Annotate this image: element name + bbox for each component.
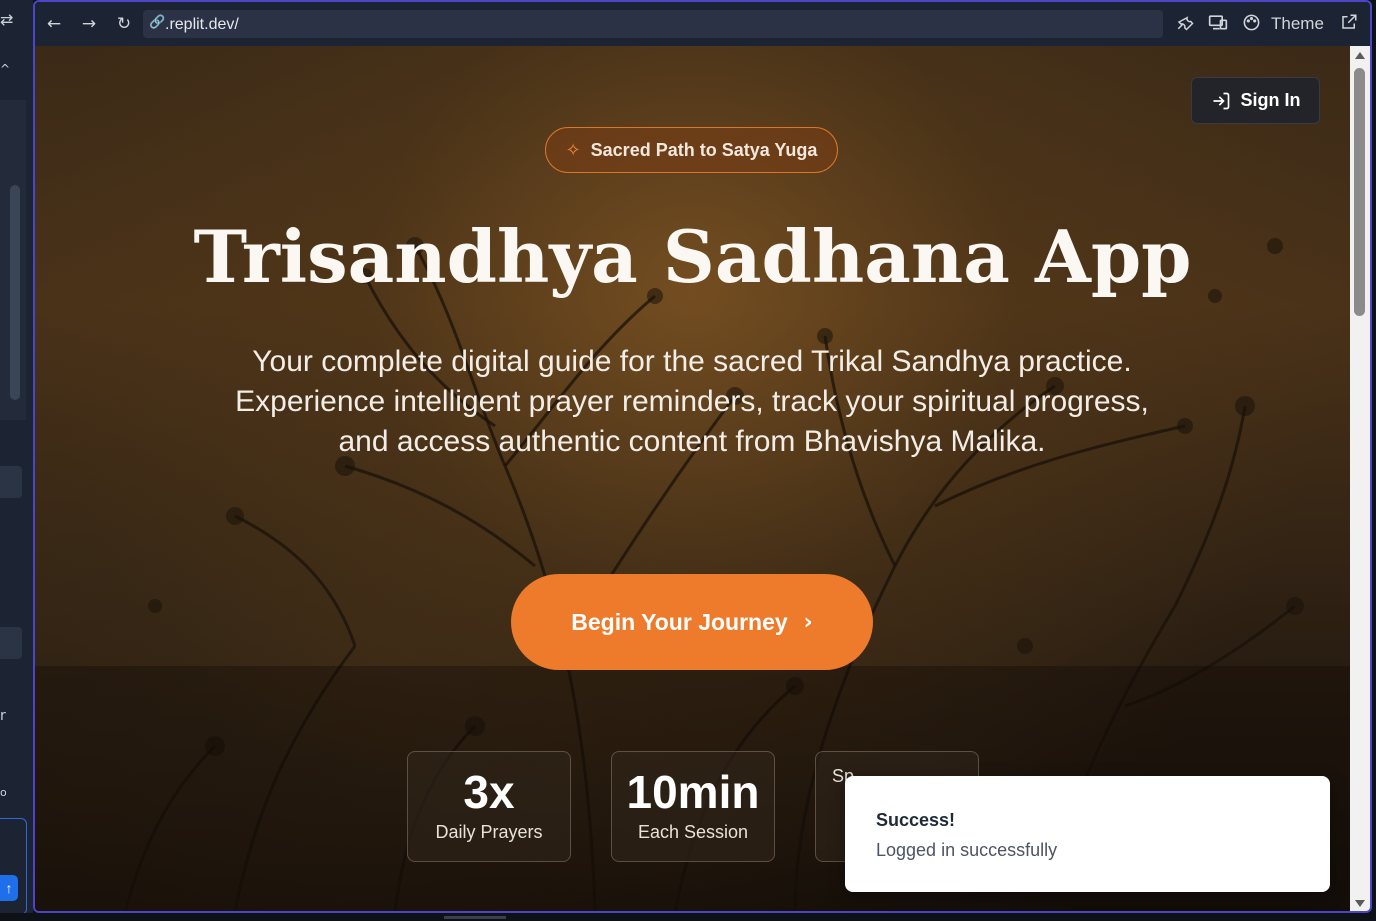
scrollbar-thumb[interactable] <box>1354 68 1365 316</box>
caret-icon: ^ <box>0 62 11 76</box>
side-scrollbar-thumb[interactable] <box>10 185 20 400</box>
send-button[interactable]: ↑ <box>0 875 18 901</box>
side-item[interactable] <box>0 466 22 498</box>
success-toast[interactable]: Success! Logged in successfully <box>845 776 1330 892</box>
forward-icon[interactable]: → <box>78 13 100 35</box>
stat-value: 3x <box>463 766 515 818</box>
palette-icon[interactable] <box>1240 13 1262 35</box>
scroll-down-arrow-icon[interactable] <box>1355 900 1365 907</box>
partial-text-glyph: r <box>0 708 6 724</box>
stat-card: 3x Daily Prayers <box>407 751 571 862</box>
toast-title: Success! <box>876 810 956 830</box>
url-text[interactable]: .replit.dev/ <box>165 16 239 34</box>
stat-label: Daily Prayers <box>435 822 543 842</box>
sign-in-icon <box>1213 92 1229 109</box>
url-bar[interactable]: 🔗 .replit.dev/ <box>143 10 1163 38</box>
hero-badge-label: Sacred Path to Satya Yuga <box>590 139 818 160</box>
side-item[interactable] <box>0 627 22 659</box>
stat-label: Each Session <box>637 822 749 842</box>
swap-icon[interactable]: ⇄ <box>0 10 13 29</box>
external-link-icon[interactable] <box>1338 13 1360 35</box>
begin-journey-button[interactable]: Begin Your Journey › <box>511 574 873 670</box>
partial-glyph: o <box>0 786 7 799</box>
sign-in-label: Sign In <box>1240 90 1301 110</box>
reload-icon[interactable]: ↻ <box>113 13 135 35</box>
scroll-up-arrow-icon[interactable] <box>1355 52 1365 59</box>
begin-journey-label: Begin Your Journey <box>571 608 788 635</box>
stat-value: 10min <box>626 766 760 818</box>
wrench-icon[interactable] <box>1174 13 1196 35</box>
sign-in-button[interactable]: Sign In <box>1191 77 1320 124</box>
sparkles-icon: ✧ <box>565 139 581 161</box>
arrow-up-icon: ↑ <box>5 880 13 896</box>
browser-toolbar: ← → ↻ 🔗 .replit.dev/ Theme <box>35 2 1370 46</box>
stat-card: 10min Each Session <box>611 751 775 862</box>
hero-badge: ✧ Sacred Path to Satya Yuga <box>545 127 838 173</box>
page-subtitle: Your complete digital guide for the sacr… <box>235 345 1149 458</box>
toast-message: Logged in successfully <box>876 840 1058 860</box>
theme-label[interactable]: Theme <box>1271 14 1324 34</box>
bottom-strip <box>0 913 1376 921</box>
chevron-right-icon: › <box>803 609 813 635</box>
back-icon[interactable]: ← <box>43 13 65 35</box>
ide-side-panel: ⇄ ^ r o ↑ <box>0 0 33 921</box>
bottom-resize-handle[interactable] <box>444 916 506 919</box>
page-scrollbar[interactable] <box>1350 46 1370 911</box>
link-icon: 🔗 <box>149 15 166 30</box>
page-title: Trisandhya Sadhana App <box>193 214 1192 299</box>
devices-icon[interactable] <box>1207 13 1229 35</box>
